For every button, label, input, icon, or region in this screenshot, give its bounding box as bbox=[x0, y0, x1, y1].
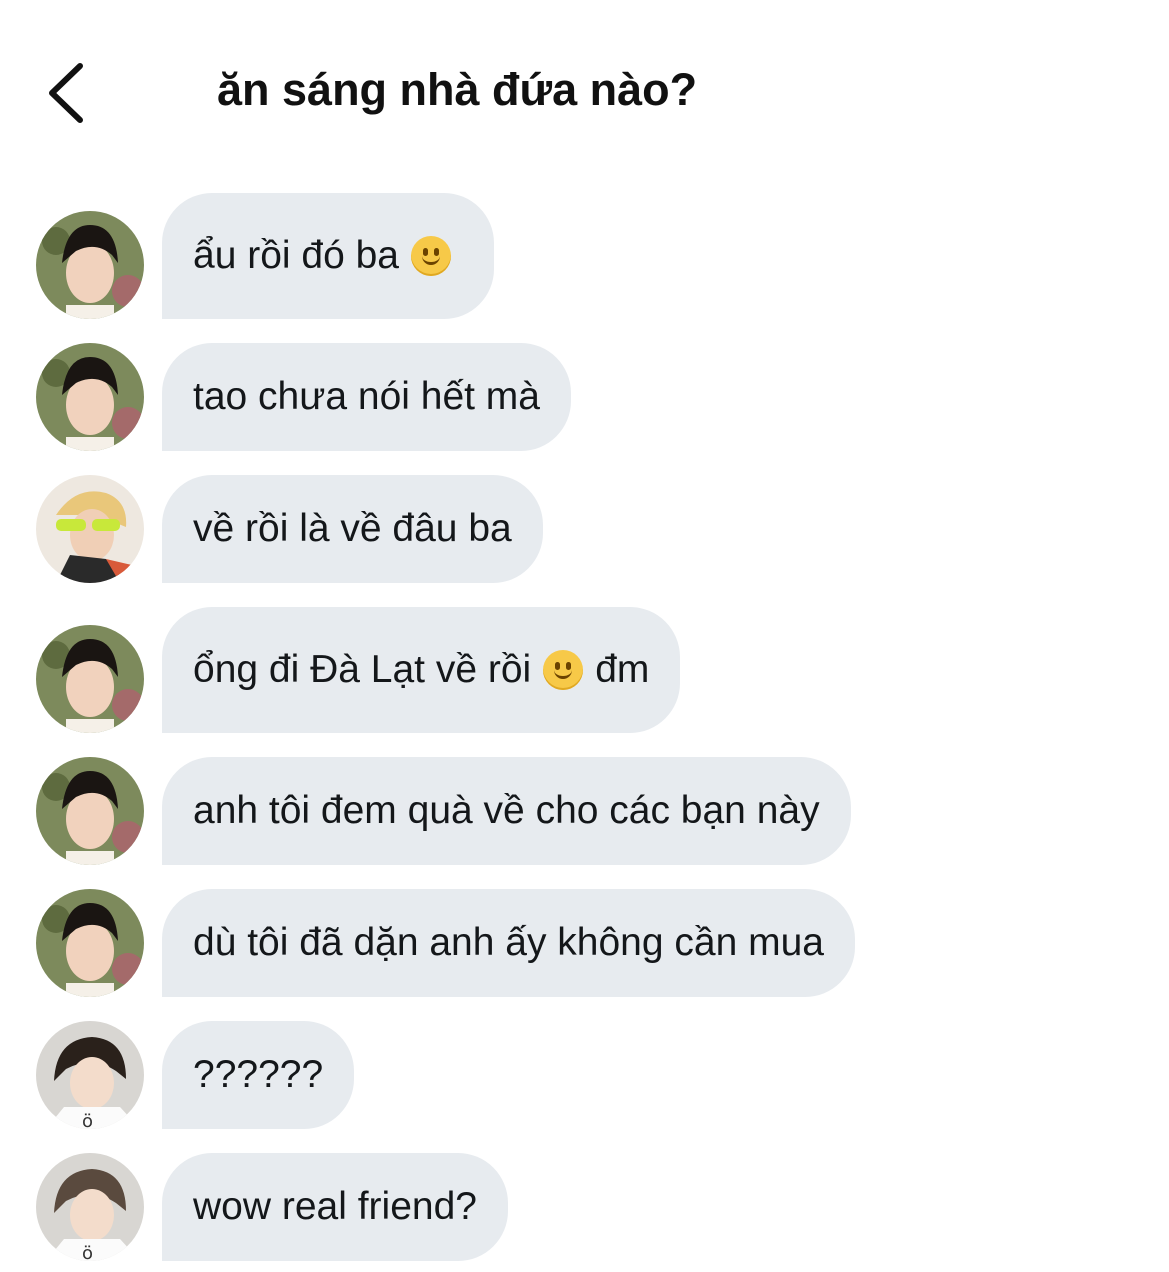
message-bubble[interactable]: ổng đi Đà Lạt về rồi đm bbox=[162, 607, 681, 733]
avatar[interactable] bbox=[36, 889, 144, 997]
avatar[interactable] bbox=[36, 343, 144, 451]
message-bubble[interactable]: anh tôi đem quà về cho các bạn này bbox=[162, 757, 851, 865]
avatar[interactable]: ö bbox=[36, 1153, 144, 1261]
avatar[interactable] bbox=[36, 475, 144, 583]
slightly-smiling-face-icon bbox=[543, 650, 584, 690]
message-row: ö wow real friend? bbox=[0, 1153, 1169, 1261]
chevron-left-icon bbox=[49, 63, 83, 123]
message-text: wow real friend? bbox=[193, 1185, 477, 1228]
avatar[interactable]: ö bbox=[36, 1021, 144, 1129]
avatar[interactable] bbox=[36, 211, 144, 319]
message-bubble[interactable]: dù tôi đã dặn anh ấy không cần mua bbox=[162, 889, 855, 997]
avatar[interactable] bbox=[36, 625, 144, 733]
chat-title: ăn sáng nhà đứa nào? bbox=[217, 64, 698, 115]
message-bubble[interactable]: ?????? bbox=[162, 1021, 355, 1129]
message-row: tao chưa nói hết mà bbox=[0, 343, 1169, 451]
message-row: dù tôi đã dặn anh ấy không cần mua bbox=[0, 889, 1169, 997]
message-bubble[interactable]: wow real friend? bbox=[162, 1153, 508, 1261]
svg-text:ö: ö bbox=[82, 1243, 93, 1261]
back-button[interactable] bbox=[40, 58, 100, 128]
svg-text:ö: ö bbox=[82, 1111, 93, 1129]
message-text: ?????? bbox=[193, 1053, 324, 1096]
message-row: ö ?????? bbox=[0, 1021, 1169, 1129]
chat-header: ăn sáng nhà đứa nào? bbox=[0, 0, 1169, 180]
message-row: anh tôi đem quà về cho các bạn này bbox=[0, 757, 1169, 865]
message-text: dù tôi đã dặn anh ấy không cần mua bbox=[193, 921, 824, 964]
message-row: về rồi là về đâu ba bbox=[0, 475, 1169, 583]
slightly-smiling-face-icon bbox=[411, 236, 451, 276]
avatar[interactable] bbox=[36, 757, 144, 865]
message-row: ổng đi Đà Lạt về rồi đm bbox=[0, 607, 1169, 733]
message-row: ẩu rồi đó ba bbox=[0, 193, 1169, 319]
message-text: tao chưa nói hết mà bbox=[193, 375, 540, 418]
message-text: anh tôi đem quà về cho các bạn này bbox=[193, 789, 820, 832]
message-bubble[interactable]: về rồi là về đâu ba bbox=[162, 475, 543, 583]
message-text: về rồi là về đâu ba bbox=[193, 507, 512, 550]
message-text: ổng đi Đà Lạt về rồi bbox=[193, 648, 532, 691]
message-text: ẩu rồi đó ba bbox=[193, 234, 399, 277]
message-text: đm bbox=[595, 648, 650, 691]
message-bubble[interactable]: tao chưa nói hết mà bbox=[162, 343, 571, 451]
message-bubble[interactable]: ẩu rồi đó ba bbox=[162, 193, 494, 319]
